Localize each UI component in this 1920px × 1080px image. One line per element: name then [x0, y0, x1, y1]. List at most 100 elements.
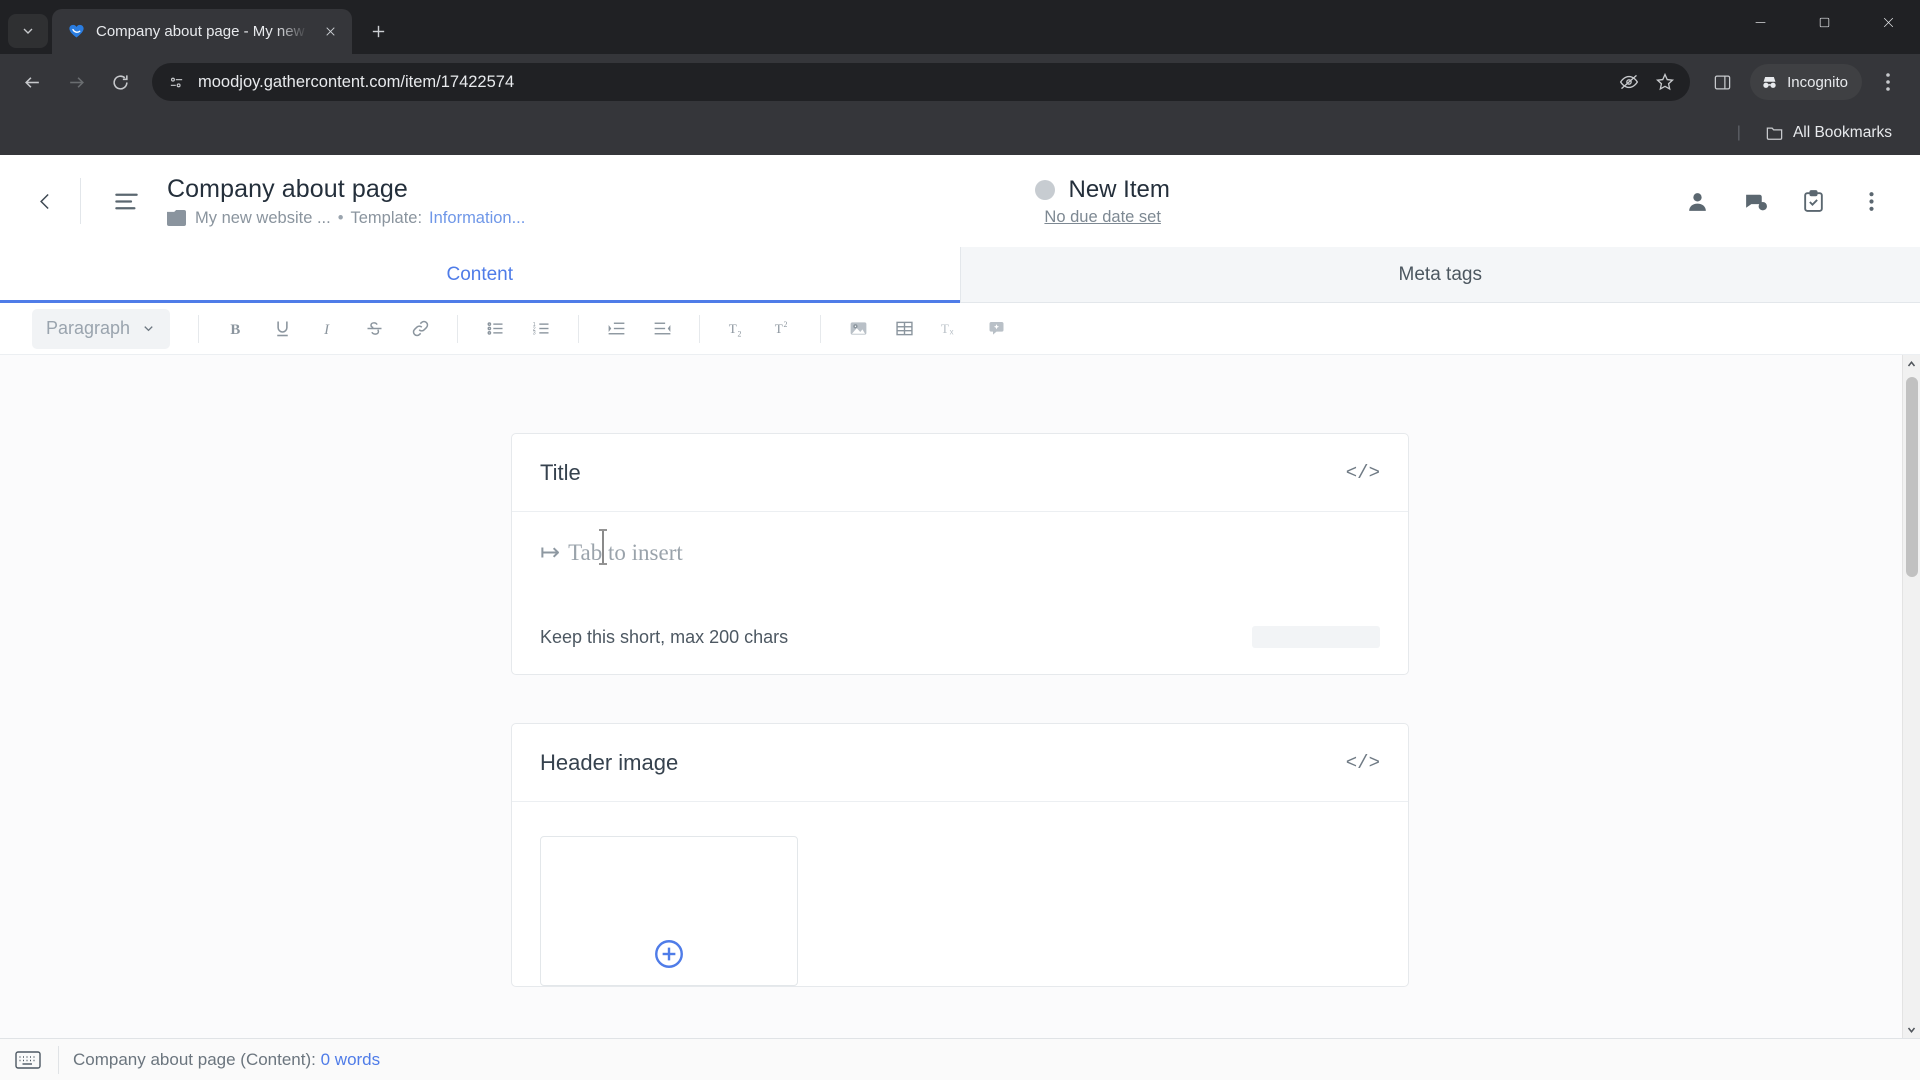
- toolbar-divider: [457, 314, 459, 343]
- template-link[interactable]: Information...: [429, 209, 525, 228]
- field-code-icon[interactable]: </>: [1346, 462, 1380, 484]
- svg-text:3: 3: [532, 331, 535, 337]
- field-label: Title: [540, 459, 581, 485]
- indent-button[interactable]: [598, 311, 634, 347]
- svg-text:2: 2: [783, 320, 787, 329]
- field-card-title: Title </> ↦ Tab to insert Keep this shor…: [511, 433, 1409, 675]
- underline-button[interactable]: [264, 311, 300, 347]
- close-tab-icon[interactable]: [318, 20, 342, 44]
- comment-button[interactable]: [978, 311, 1014, 347]
- close-window-button[interactable]: [1856, 0, 1920, 44]
- bookmarks-bar: | All Bookmarks: [0, 110, 1920, 155]
- scroll-up-arrow[interactable]: [1903, 355, 1920, 373]
- paragraph-style-select[interactable]: Paragraph: [32, 308, 171, 349]
- svg-text:2: 2: [737, 329, 741, 338]
- field-counter-placeholder: [1252, 626, 1380, 648]
- paragraph-style-value: Paragraph: [46, 318, 131, 338]
- side-panel-button[interactable]: [1702, 62, 1742, 102]
- folder-icon: [1766, 127, 1783, 140]
- tab-search-button[interactable]: [8, 14, 48, 48]
- italic-button[interactable]: I: [310, 311, 346, 347]
- word-count-status: Company about page (Content): 0 words: [73, 1050, 380, 1070]
- word-count-value: 0 words: [320, 1049, 381, 1069]
- bullet-list-button[interactable]: [477, 311, 513, 347]
- word-count-label: Company about page (Content):: [73, 1049, 316, 1069]
- template-label: Template:: [350, 208, 423, 227]
- folder-icon: [167, 210, 186, 226]
- bookmark-star-icon[interactable]: [1654, 71, 1676, 93]
- status-block: New Item No due date set: [525, 176, 1680, 227]
- insert-table-button[interactable]: [886, 311, 922, 347]
- bold-button[interactable]: B: [218, 311, 254, 347]
- header-title-block: Company about page My new website ... • …: [167, 175, 525, 228]
- format-toolbar: Paragraph B I 1 2 3 T 2 T 2 T x: [0, 303, 1920, 355]
- back-button[interactable]: [12, 62, 52, 102]
- forward-button[interactable]: [56, 62, 96, 102]
- due-date-link[interactable]: No due date set: [1044, 208, 1161, 227]
- field-footer: Keep this short, max 200 chars: [512, 604, 1408, 674]
- field-label: Header image: [540, 749, 679, 775]
- field-code-icon[interactable]: </>: [1346, 752, 1380, 774]
- reload-button[interactable]: [100, 62, 140, 102]
- insert-image-button[interactable]: [840, 311, 876, 347]
- subscript-button[interactable]: T 2: [719, 311, 755, 347]
- browser-tab[interactable]: Company about page - My new: [52, 9, 352, 54]
- field-header: Title </>: [512, 434, 1408, 512]
- breadcrumb: My new website ... • Template: Informati…: [167, 209, 525, 228]
- status-row[interactable]: New Item: [1035, 175, 1170, 204]
- outdent-button[interactable]: [644, 311, 680, 347]
- tab-meta-tags-label: Meta tags: [1398, 263, 1482, 285]
- address-bar[interactable]: moodjoy.gathercontent.com/item/17422574: [152, 63, 1691, 101]
- field-hint: Keep this short, max 200 chars: [540, 626, 789, 647]
- breadcrumb-separator: •: [337, 208, 344, 227]
- page-title: Company about page: [167, 174, 408, 203]
- field-card-header-image: Header image </>: [511, 723, 1409, 987]
- tab-insert-icon: ↦: [540, 539, 561, 566]
- toolbar-divider: [198, 314, 200, 343]
- all-bookmarks-button[interactable]: All Bookmarks: [1757, 118, 1900, 147]
- incognito-profile-button[interactable]: Incognito: [1750, 64, 1862, 100]
- tab-strip: Company about page - My new: [0, 0, 1920, 54]
- app-header: Company about page My new website ... • …: [0, 155, 1920, 247]
- toggle-field-list-button[interactable]: [103, 178, 149, 224]
- assignee-icon[interactable]: [1680, 184, 1714, 218]
- page-content: Company about page My new website ... • …: [0, 155, 1920, 1080]
- field-input-area[interactable]: ↦ Tab to insert: [512, 512, 1408, 604]
- scroll-down-arrow[interactable]: [1903, 1020, 1920, 1038]
- toolbar-divider: [820, 314, 822, 343]
- tracking-protection-icon[interactable]: [1618, 71, 1640, 93]
- tab-content[interactable]: Content: [0, 247, 961, 303]
- comments-icon[interactable]: [1738, 184, 1772, 218]
- link-button[interactable]: [402, 311, 438, 347]
- chevron-down-icon: [144, 326, 153, 332]
- clear-formatting-button[interactable]: T x: [932, 311, 968, 347]
- tab-meta-tags[interactable]: Meta tags: [960, 247, 1920, 302]
- numbered-list-button[interactable]: 1 2 3: [523, 311, 559, 347]
- strikethrough-button[interactable]: [356, 311, 392, 347]
- text-cursor-icon: [596, 527, 610, 572]
- toolbar-divider: [578, 314, 580, 343]
- site-settings-icon[interactable]: [166, 72, 186, 92]
- chrome-menu-button[interactable]: [1868, 62, 1908, 102]
- incognito-label: Incognito: [1787, 73, 1848, 91]
- svg-text:T: T: [728, 321, 736, 336]
- keyboard-icon[interactable]: [12, 1047, 44, 1073]
- bookmarks-divider: |: [1736, 123, 1741, 141]
- svg-text:I: I: [323, 322, 330, 338]
- more-options-icon[interactable]: [1854, 184, 1888, 218]
- image-upload-dropzone[interactable]: [540, 836, 798, 986]
- minimize-button[interactable]: [1728, 0, 1792, 44]
- breadcrumb-project[interactable]: My new website ...: [195, 209, 331, 228]
- checklist-icon[interactable]: [1796, 184, 1830, 218]
- new-tab-button[interactable]: [360, 13, 396, 49]
- browser-window: Company about page - My new moodjoy.gath…: [0, 0, 1920, 1080]
- back-to-list-button[interactable]: [22, 178, 68, 224]
- toolbar-divider: [699, 314, 701, 343]
- scrollbar-thumb[interactable]: [1906, 377, 1918, 577]
- status-badge: New Item: [1068, 175, 1170, 203]
- toolbar-right-actions: Incognito: [1702, 62, 1908, 102]
- tab-title: Company about page - My new: [96, 23, 305, 40]
- maximize-button[interactable]: [1792, 0, 1856, 44]
- vertical-scrollbar[interactable]: [1902, 355, 1920, 1038]
- superscript-button[interactable]: T 2: [765, 311, 801, 347]
